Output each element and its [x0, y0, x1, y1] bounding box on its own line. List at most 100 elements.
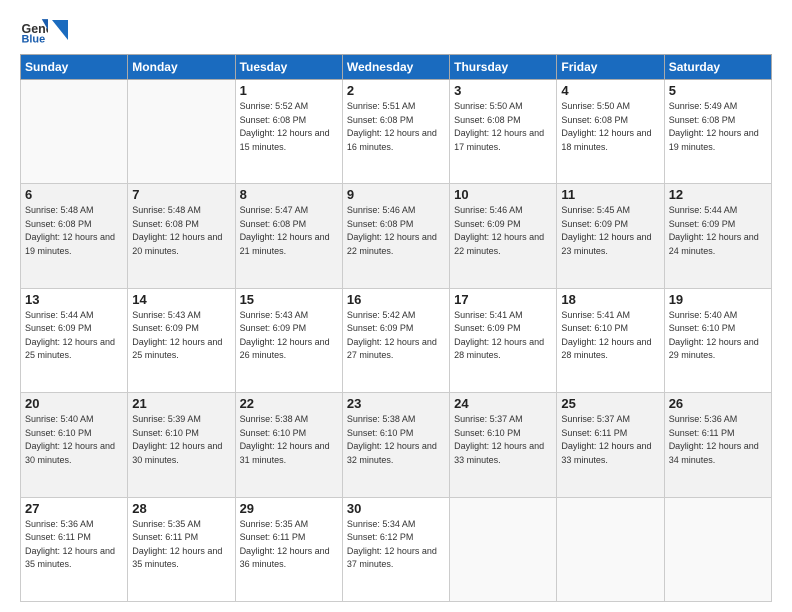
day-info: Sunrise: 5:40 AM Sunset: 6:10 PM Dayligh…	[25, 413, 123, 467]
calendar-week-row: 20 Sunrise: 5:40 AM Sunset: 6:10 PM Dayli…	[21, 393, 772, 497]
header-day-friday: Friday	[557, 55, 664, 80]
header-day-wednesday: Wednesday	[342, 55, 449, 80]
day-number: 27	[25, 501, 123, 516]
calendar-cell	[450, 497, 557, 601]
calendar-cell: 22 Sunrise: 5:38 AM Sunset: 6:10 PM Dayli…	[235, 393, 342, 497]
day-number: 29	[240, 501, 338, 516]
calendar-week-row: 27Sunrise: 5:36 AM Sunset: 6:11 PM Dayli…	[21, 497, 772, 601]
day-number: 10	[454, 187, 552, 202]
calendar-cell: 16Sunrise: 5:42 AM Sunset: 6:09 PM Dayli…	[342, 288, 449, 392]
day-info: Sunrise: 5:34 AM Sunset: 6:12 PM Dayligh…	[347, 518, 445, 572]
day-number: 7	[132, 187, 230, 202]
day-info: Sunrise: 5:49 AM Sunset: 6:08 PM Dayligh…	[669, 100, 767, 154]
day-number: 22	[240, 396, 338, 411]
calendar-cell: 13 Sunrise: 5:44 AM Sunset: 6:09 PM Dayli…	[21, 288, 128, 392]
day-number: 4	[561, 83, 659, 98]
header: General Blue	[20, 16, 772, 44]
calendar-cell: 23 Sunrise: 5:38 AM Sunset: 6:10 PM Dayli…	[342, 393, 449, 497]
calendar-cell: 5 Sunrise: 5:49 AM Sunset: 6:08 PM Daylig…	[664, 80, 771, 184]
day-info: Sunrise: 5:40 AM Sunset: 6:10 PM Dayligh…	[669, 309, 767, 363]
day-info: Sunrise: 5:50 AM Sunset: 6:08 PM Dayligh…	[454, 100, 552, 154]
day-info: Sunrise: 5:43 AM Sunset: 6:09 PM Dayligh…	[132, 309, 230, 363]
day-number: 11	[561, 187, 659, 202]
logo: General Blue	[20, 16, 68, 44]
calendar-cell: 20 Sunrise: 5:40 AM Sunset: 6:10 PM Dayli…	[21, 393, 128, 497]
calendar-cell	[664, 497, 771, 601]
day-number: 15	[240, 292, 338, 307]
calendar-cell: 19 Sunrise: 5:40 AM Sunset: 6:10 PM Dayli…	[664, 288, 771, 392]
header-day-monday: Monday	[128, 55, 235, 80]
calendar-cell: 29 Sunrise: 5:35 AM Sunset: 6:11 PM Dayli…	[235, 497, 342, 601]
calendar-week-row: 6Sunrise: 5:48 AM Sunset: 6:08 PM Daylig…	[21, 184, 772, 288]
day-number: 13	[25, 292, 123, 307]
day-number: 30	[347, 501, 445, 516]
calendar-cell: 28Sunrise: 5:35 AM Sunset: 6:11 PM Dayli…	[128, 497, 235, 601]
calendar-week-row: 13 Sunrise: 5:44 AM Sunset: 6:09 PM Dayli…	[21, 288, 772, 392]
calendar-cell	[557, 497, 664, 601]
day-info: Sunrise: 5:41 AM Sunset: 6:10 PM Dayligh…	[561, 309, 659, 363]
calendar-cell: 26 Sunrise: 5:36 AM Sunset: 6:11 PM Dayli…	[664, 393, 771, 497]
calendar-cell: 14 Sunrise: 5:43 AM Sunset: 6:09 PM Dayli…	[128, 288, 235, 392]
calendar-cell: 17 Sunrise: 5:41 AM Sunset: 6:09 PM Dayli…	[450, 288, 557, 392]
day-number: 9	[347, 187, 445, 202]
day-info: Sunrise: 5:42 AM Sunset: 6:09 PM Dayligh…	[347, 309, 445, 363]
day-info: Sunrise: 5:44 AM Sunset: 6:09 PM Dayligh…	[25, 309, 123, 363]
day-number: 18	[561, 292, 659, 307]
day-info: Sunrise: 5:41 AM Sunset: 6:09 PM Dayligh…	[454, 309, 552, 363]
calendar-cell: 10 Sunrise: 5:46 AM Sunset: 6:09 PM Dayli…	[450, 184, 557, 288]
day-info: Sunrise: 5:39 AM Sunset: 6:10 PM Dayligh…	[132, 413, 230, 467]
day-info: Sunrise: 5:48 AM Sunset: 6:08 PM Dayligh…	[25, 204, 123, 258]
calendar-cell: 7 Sunrise: 5:48 AM Sunset: 6:08 PM Daylig…	[128, 184, 235, 288]
svg-text:Blue: Blue	[22, 33, 46, 44]
day-number: 12	[669, 187, 767, 202]
calendar-cell	[128, 80, 235, 184]
calendar-cell: 9 Sunrise: 5:46 AM Sunset: 6:08 PM Daylig…	[342, 184, 449, 288]
day-number: 26	[669, 396, 767, 411]
day-number: 28	[132, 501, 230, 516]
day-info: Sunrise: 5:46 AM Sunset: 6:09 PM Dayligh…	[454, 204, 552, 258]
header-day-thursday: Thursday	[450, 55, 557, 80]
day-number: 8	[240, 187, 338, 202]
logo-triangle-icon	[52, 20, 68, 40]
calendar-cell: 18 Sunrise: 5:41 AM Sunset: 6:10 PM Dayli…	[557, 288, 664, 392]
day-info: Sunrise: 5:43 AM Sunset: 6:09 PM Dayligh…	[240, 309, 338, 363]
day-number: 19	[669, 292, 767, 307]
day-info: Sunrise: 5:38 AM Sunset: 6:10 PM Dayligh…	[240, 413, 338, 467]
day-info: Sunrise: 5:35 AM Sunset: 6:11 PM Dayligh…	[240, 518, 338, 572]
day-number: 20	[25, 396, 123, 411]
calendar-cell: 15 Sunrise: 5:43 AM Sunset: 6:09 PM Dayli…	[235, 288, 342, 392]
day-info: Sunrise: 5:38 AM Sunset: 6:10 PM Dayligh…	[347, 413, 445, 467]
calendar-cell: 27Sunrise: 5:36 AM Sunset: 6:11 PM Dayli…	[21, 497, 128, 601]
calendar-table: SundayMondayTuesdayWednesdayThursdayFrid…	[20, 54, 772, 602]
day-number: 21	[132, 396, 230, 411]
day-number: 1	[240, 83, 338, 98]
calendar-header-row: SundayMondayTuesdayWednesdayThursdayFrid…	[21, 55, 772, 80]
day-number: 24	[454, 396, 552, 411]
day-number: 3	[454, 83, 552, 98]
day-info: Sunrise: 5:48 AM Sunset: 6:08 PM Dayligh…	[132, 204, 230, 258]
day-info: Sunrise: 5:44 AM Sunset: 6:09 PM Dayligh…	[669, 204, 767, 258]
day-info: Sunrise: 5:36 AM Sunset: 6:11 PM Dayligh…	[669, 413, 767, 467]
day-number: 5	[669, 83, 767, 98]
calendar-cell: 6Sunrise: 5:48 AM Sunset: 6:08 PM Daylig…	[21, 184, 128, 288]
day-number: 23	[347, 396, 445, 411]
calendar-cell: 25Sunrise: 5:37 AM Sunset: 6:11 PM Dayli…	[557, 393, 664, 497]
day-info: Sunrise: 5:46 AM Sunset: 6:08 PM Dayligh…	[347, 204, 445, 258]
day-info: Sunrise: 5:50 AM Sunset: 6:08 PM Dayligh…	[561, 100, 659, 154]
day-number: 2	[347, 83, 445, 98]
calendar-cell: 4 Sunrise: 5:50 AM Sunset: 6:08 PM Daylig…	[557, 80, 664, 184]
header-day-tuesday: Tuesday	[235, 55, 342, 80]
day-info: Sunrise: 5:37 AM Sunset: 6:11 PM Dayligh…	[561, 413, 659, 467]
page: General Blue SundayMondayTuesdayWed	[0, 0, 792, 612]
day-info: Sunrise: 5:51 AM Sunset: 6:08 PM Dayligh…	[347, 100, 445, 154]
calendar-cell: 3 Sunrise: 5:50 AM Sunset: 6:08 PM Daylig…	[450, 80, 557, 184]
calendar-cell: 12 Sunrise: 5:44 AM Sunset: 6:09 PM Dayli…	[664, 184, 771, 288]
calendar-cell: 11Sunrise: 5:45 AM Sunset: 6:09 PM Dayli…	[557, 184, 664, 288]
calendar-week-row: 1 Sunrise: 5:52 AM Sunset: 6:08 PM Daylig…	[21, 80, 772, 184]
day-number: 14	[132, 292, 230, 307]
day-info: Sunrise: 5:37 AM Sunset: 6:10 PM Dayligh…	[454, 413, 552, 467]
day-info: Sunrise: 5:52 AM Sunset: 6:08 PM Dayligh…	[240, 100, 338, 154]
header-day-saturday: Saturday	[664, 55, 771, 80]
calendar-cell: 30 Sunrise: 5:34 AM Sunset: 6:12 PM Dayli…	[342, 497, 449, 601]
day-number: 17	[454, 292, 552, 307]
